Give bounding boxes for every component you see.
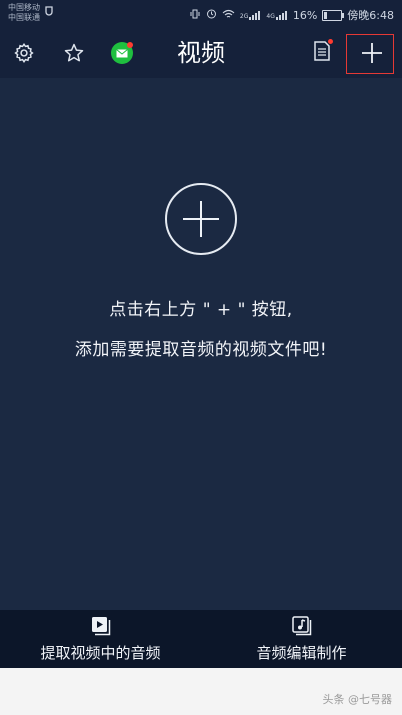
- vibrate-icon: [189, 9, 201, 22]
- battery-percent: 16%: [292, 8, 318, 22]
- star-icon: [64, 43, 84, 62]
- plus-circle-icon: [183, 201, 219, 237]
- footer-strip: 头条 @七号器: [0, 668, 402, 715]
- main-content: 点击右上方 " + " 按钮, 添加需要提取音频的视频文件吧!: [0, 78, 402, 610]
- signal-1-icon: 2G: [240, 10, 261, 20]
- tab-audio-edit[interactable]: 音频编辑制作: [201, 610, 402, 668]
- alarm-icon: [206, 8, 217, 22]
- file-list-button[interactable]: [304, 28, 340, 78]
- carrier-1: 中国移动: [8, 3, 40, 12]
- signal-2-icon: 4G: [266, 10, 287, 20]
- tab-extract-audio[interactable]: 提取视频中的音频: [0, 610, 201, 668]
- status-bar: 中国移动 中国联通 2G 4G 16% 傍晚6:48: [0, 0, 402, 28]
- settings-button[interactable]: [6, 28, 42, 78]
- carrier-2: 中国联通: [8, 13, 40, 22]
- music-note-icon: [291, 615, 311, 635]
- document-icon-wrap: [313, 39, 333, 65]
- messages-button[interactable]: [104, 28, 140, 78]
- network-2-label: 4G: [266, 13, 275, 20]
- hint-line-1: 点击右上方 " + " 按钮,: [109, 300, 293, 320]
- gear-icon: [14, 43, 34, 63]
- document-notification-dot: [328, 39, 333, 44]
- tab-extract-audio-label: 提取视频中的音频: [40, 643, 161, 662]
- carrier-info: 中国移动 中国联通: [8, 3, 40, 23]
- video-play-icon: [91, 616, 110, 635]
- tab-audio-edit-label: 音频编辑制作: [256, 643, 347, 662]
- favorites-button[interactable]: [56, 28, 92, 78]
- mail-icon: [111, 42, 133, 64]
- wifi-icon: [222, 9, 235, 22]
- clock: 傍晚6:48: [347, 9, 394, 22]
- add-button-highlight-box: [346, 34, 394, 74]
- bottom-tab-bar: 提取视频中的音频 音频编辑制作: [0, 610, 402, 668]
- network-1-label: 2G: [239, 13, 249, 20]
- battery-fill: [324, 11, 328, 19]
- watermark: 头条 @七号器: [322, 693, 393, 706]
- notification-icon: [44, 6, 54, 19]
- big-add-button[interactable]: [165, 183, 237, 255]
- status-right: 2G 4G 16% 傍晚6:48: [189, 7, 394, 23]
- document-icon: [314, 41, 330, 61]
- battery-icon: [322, 9, 345, 21]
- app-header: 视频: [0, 28, 402, 78]
- hint-line-2: 添加需要提取音频的视频文件吧!: [74, 340, 328, 360]
